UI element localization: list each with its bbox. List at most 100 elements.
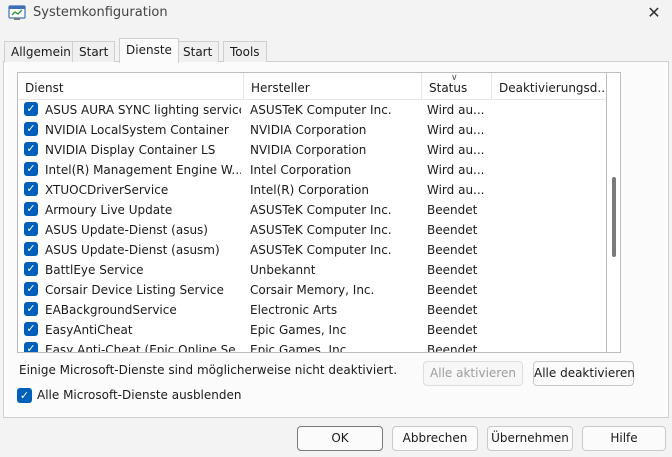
checkmark-icon: ✓ — [26, 142, 36, 155]
service-status: Beendet — [427, 283, 478, 297]
checkmark-icon: ✓ — [26, 202, 36, 215]
service-status: Beendet — [427, 343, 478, 353]
service-vendor: Electronic Arts — [250, 303, 338, 317]
service-name: ASUS Update-Dienst (asusm) — [45, 243, 220, 257]
checkmark-icon: ✓ — [19, 389, 30, 402]
table-row[interactable]: ✓ ASUS Update-Dienst (asusm) ASUSTeK Com… — [18, 240, 606, 260]
tab-startup[interactable]: Start — [176, 41, 220, 62]
hide-microsoft-services-label: Alle Microsoft-Dienste ausblenden — [37, 388, 242, 402]
checkmark-icon: ✓ — [26, 122, 36, 135]
vertical-scrollbar[interactable] — [607, 72, 621, 353]
service-checkbox[interactable]: ✓ — [24, 102, 38, 116]
service-checkbox[interactable]: ✓ — [24, 302, 38, 316]
service-name: Easy Anti-Cheat (Epic Online Se... — [45, 343, 241, 353]
checkmark-icon: ✓ — [26, 322, 36, 335]
service-status: Wird au... — [427, 103, 485, 117]
service-name: BattlEye Service — [45, 263, 144, 277]
column-header-service[interactable]: Dienst — [18, 73, 244, 100]
checkmark-icon: ✓ — [26, 342, 36, 353]
service-checkbox[interactable]: ✓ — [24, 162, 38, 176]
service-name: NVIDIA LocalSystem Container — [45, 123, 229, 137]
service-status: Beendet — [427, 243, 478, 257]
table-row[interactable]: ✓ ASUS Update-Dienst (asus) ASUSTeK Comp… — [18, 220, 606, 240]
table-row[interactable]: ✓ BattlEye Service Unbekannt Beendet — [18, 260, 606, 280]
service-checkbox[interactable]: ✓ — [24, 342, 38, 353]
tab-startup-boot[interactable]: Start — [72, 41, 116, 62]
close-button[interactable]: ✕ — [640, 2, 668, 24]
service-vendor: ASUSTeK Computer Inc. — [250, 103, 392, 117]
checkmark-icon: ✓ — [26, 242, 36, 255]
service-vendor: ASUSTeK Computer Inc. — [250, 203, 392, 217]
msconfig-icon — [8, 5, 26, 20]
service-checkbox[interactable]: ✓ — [24, 262, 38, 276]
service-name: ASUS AURA SYNC lighting service — [45, 103, 241, 117]
help-button[interactable]: Hilfe — [582, 426, 666, 451]
service-checkbox[interactable]: ✓ — [24, 202, 38, 216]
service-status: Beendet — [427, 303, 478, 317]
checkmark-icon: ✓ — [26, 182, 36, 195]
table-row[interactable]: ✓ NVIDIA LocalSystem Container NVIDIA Co… — [18, 120, 606, 140]
tab-tools[interactable]: Tools — [223, 41, 267, 62]
service-checkbox[interactable]: ✓ — [24, 242, 38, 256]
column-header-disable-date[interactable]: Deaktivierungsd... — [492, 73, 606, 100]
checkmark-icon: ✓ — [26, 222, 36, 235]
checkmark-icon: ✓ — [26, 262, 36, 275]
service-checkbox[interactable]: ✓ — [24, 182, 38, 196]
scrollbar-thumb[interactable] — [612, 177, 616, 257]
table-row[interactable]: ✓ EABackgroundService Electronic Arts Be… — [18, 300, 606, 320]
service-vendor: Intel Corporation — [250, 163, 352, 177]
enable-all-button[interactable]: Alle aktivieren — [423, 361, 523, 386]
service-status: Wird au... — [427, 143, 485, 157]
service-vendor: ASUSTeK Computer Inc. — [250, 223, 392, 237]
service-status: Beendet — [427, 223, 478, 237]
disable-all-button[interactable]: Alle deaktivieren — [533, 361, 635, 386]
microsoft-services-note: Einige Microsoft-Dienste sind möglicherw… — [19, 363, 398, 377]
service-status: Wird au... — [427, 163, 485, 177]
service-vendor: NVIDIA Corporation — [250, 143, 367, 157]
table-row[interactable]: ✓ NVIDIA Display Container LS NVIDIA Cor… — [18, 140, 606, 160]
service-status: Wird au... — [427, 183, 485, 197]
service-status: Beendet — [427, 263, 478, 277]
table-row[interactable]: ✓ ASUS AURA SYNC lighting service ASUSTe… — [18, 100, 606, 120]
service-name: EABackgroundService — [45, 303, 177, 317]
table-row[interactable]: ✓ EasyAntiCheat Epic Games, Inc Beendet — [18, 320, 606, 340]
service-name: Armoury Live Update — [45, 203, 173, 217]
service-checkbox[interactable]: ✓ — [24, 282, 38, 296]
services-table: Dienst Hersteller Status Deaktivierungsd… — [17, 72, 607, 353]
table-row[interactable]: ✓ Easy Anti-Cheat (Epic Online Se... Epi… — [18, 340, 606, 353]
service-name: Intel(R) Management Engine W... — [45, 163, 241, 177]
service-checkbox[interactable]: ✓ — [24, 222, 38, 236]
service-status: Beendet — [427, 323, 478, 337]
sort-caret-icon: ∨ — [451, 73, 458, 83]
service-vendor: Intel(R) Corporation — [250, 183, 369, 197]
close-icon: ✕ — [647, 3, 661, 22]
service-checkbox[interactable]: ✓ — [24, 322, 38, 336]
service-status: Wird au... — [427, 123, 485, 137]
column-header-vendor[interactable]: Hersteller — [244, 73, 422, 100]
ok-button[interactable]: OK — [297, 426, 383, 451]
table-row[interactable]: ✓ Corsair Device Listing Service Corsair… — [18, 280, 606, 300]
hide-ms-check[interactable]: ✓ — [17, 388, 32, 403]
service-name: Corsair Device Listing Service — [45, 283, 224, 297]
table-row[interactable]: ✓ Armoury Live Update ASUSTeK Computer I… — [18, 200, 606, 220]
tab-general[interactable]: Allgemein — [4, 41, 78, 62]
service-vendor: ASUSTeK Computer Inc. — [250, 243, 392, 257]
service-vendor: NVIDIA Corporation — [250, 123, 367, 137]
service-vendor: Unbekannt — [250, 263, 316, 277]
table-row[interactable]: ✓ XTUOCDriverService Intel(R) Corporatio… — [18, 180, 606, 200]
service-name: NVIDIA Display Container LS — [45, 143, 216, 157]
window-title: Systemkonfiguration — [33, 5, 168, 20]
table-header: Dienst Hersteller Status Deaktivierungsd… — [18, 73, 606, 100]
checkmark-icon: ✓ — [26, 102, 36, 115]
table-row[interactable]: ✓ Intel(R) Management Engine W... Intel … — [18, 160, 606, 180]
service-vendor: Corsair Memory, Inc. — [250, 283, 375, 297]
title-bar: Systemkonfiguration ✕ — [0, 0, 672, 28]
cancel-button[interactable]: Abbrechen — [392, 426, 478, 451]
tab-services[interactable]: Dienste — [119, 38, 179, 63]
service-checkbox[interactable]: ✓ — [24, 122, 38, 136]
service-status: Beendet — [427, 203, 478, 217]
apply-button[interactable]: Übernehmen — [487, 426, 573, 451]
service-vendor: Epic Games, Inc — [250, 343, 347, 353]
service-checkbox[interactable]: ✓ — [24, 142, 38, 156]
checkmark-icon: ✓ — [26, 162, 36, 175]
